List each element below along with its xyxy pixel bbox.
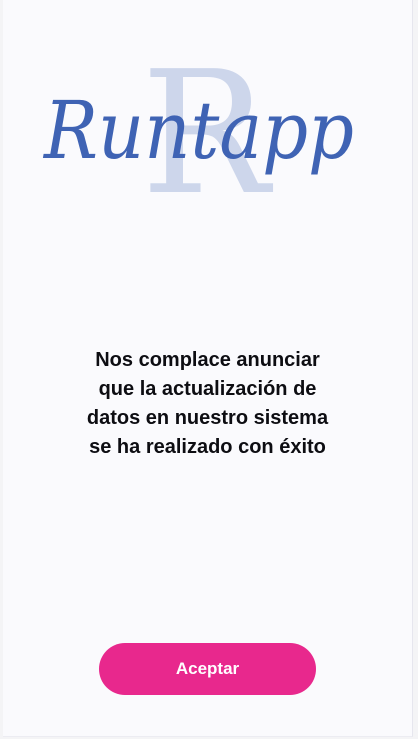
logo-wordmark: Runtapp [42, 84, 354, 177]
message-line: Nos complace anunciar [95, 349, 320, 371]
accept-button[interactable]: Aceptar [99, 643, 316, 695]
message-line: se ha realizado con éxito [89, 436, 326, 458]
message-line: que la actualización de [98, 378, 317, 400]
success-screen: R Runtapp Nos complace anunciar que la a… [3, 0, 413, 737]
runtapp-logo: R Runtapp [39, 50, 359, 210]
message-line: datos en nuestro sistema [86, 407, 329, 429]
success-message: Nos complace anunciar que la actualizaci… [43, 346, 372, 462]
